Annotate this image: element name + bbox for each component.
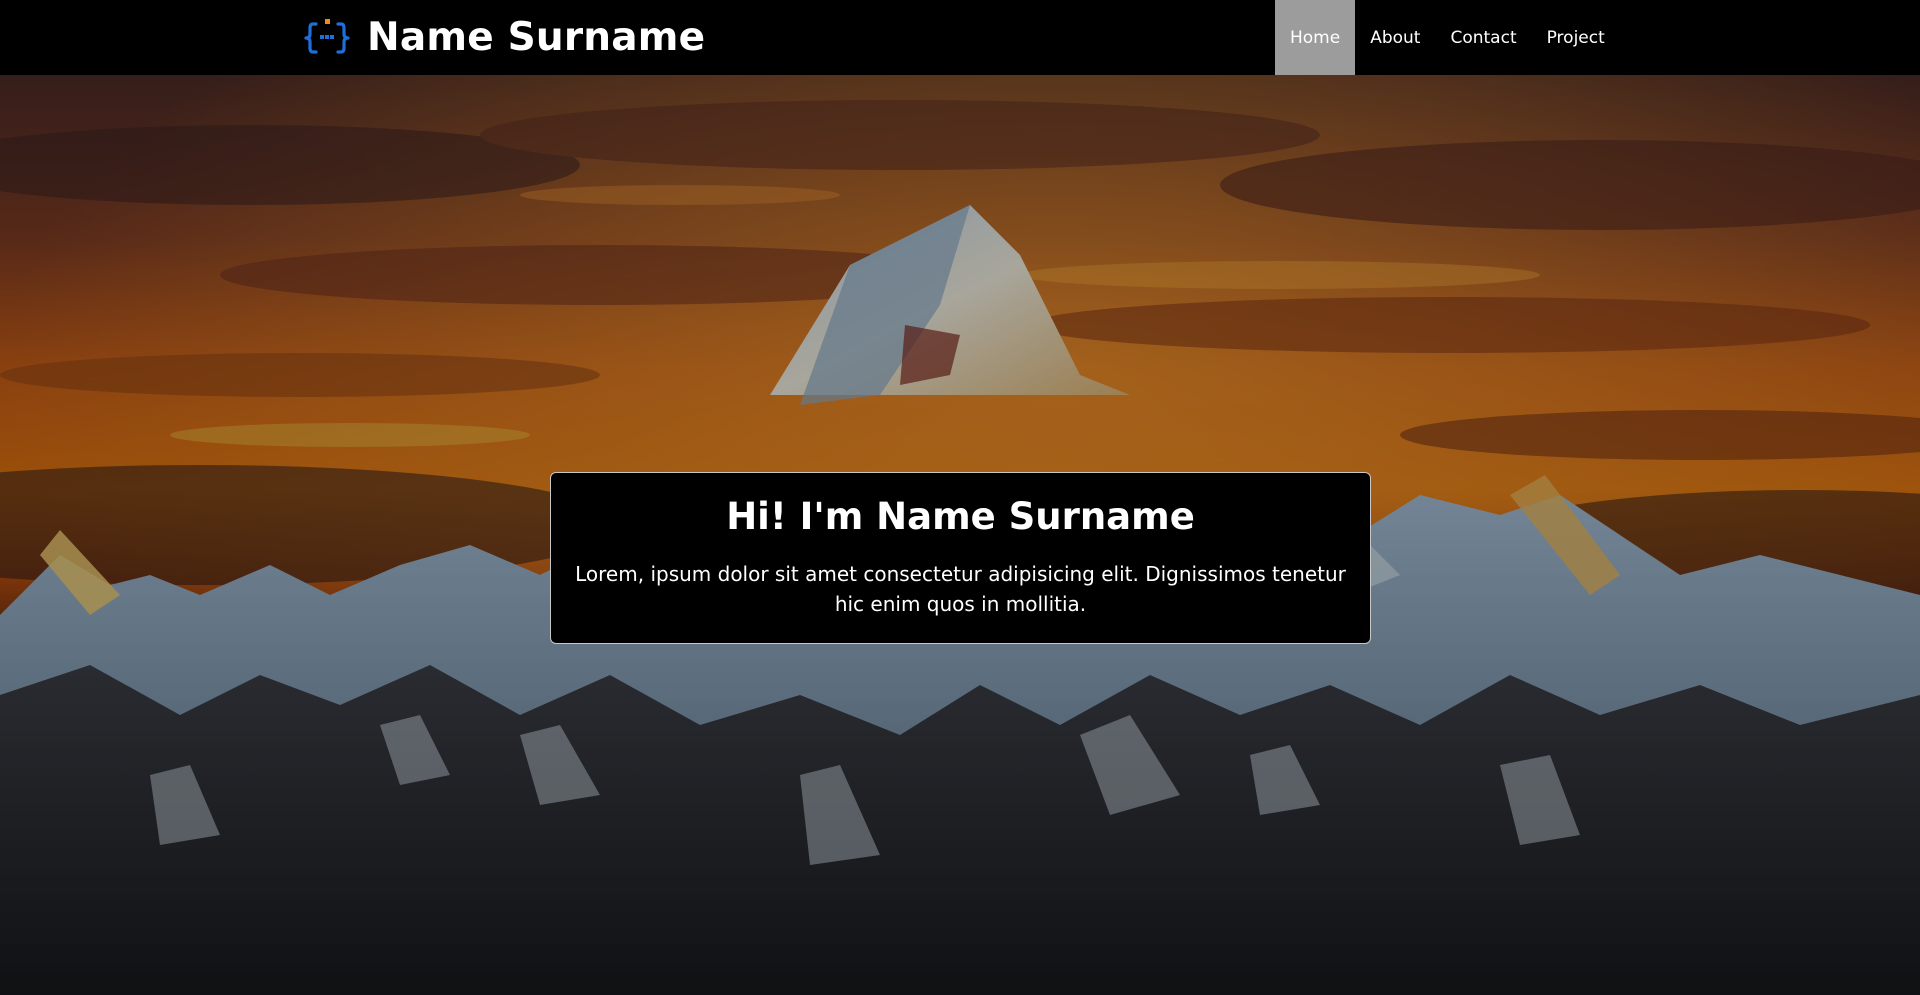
hero-text: Lorem, ipsum dolor sit amet consectetur … — [575, 562, 1346, 617]
brand-name: Name Surname — [367, 15, 706, 60]
nav-item-contact[interactable]: Contact — [1435, 0, 1531, 75]
nav-item-about[interactable]: About — [1355, 0, 1435, 75]
navbar: Name Surname Home About Contact Project — [0, 0, 1920, 75]
nav-item-home[interactable]: Home — [1275, 0, 1356, 75]
hero-title: Hi! I'm Name Surname — [726, 495, 1195, 538]
nav-item-project[interactable]: Project — [1532, 0, 1620, 75]
code-braces-icon — [304, 18, 350, 54]
hero-card: Hi! I'm Name Surname Lorem, ipsum dolor … — [550, 472, 1371, 644]
nav-links: Home About Contact Project — [1275, 0, 1620, 75]
hero-section: Hi! I'm Name Surname Lorem, ipsum dolor … — [0, 75, 1920, 995]
brand[interactable]: Name Surname — [303, 0, 705, 75]
